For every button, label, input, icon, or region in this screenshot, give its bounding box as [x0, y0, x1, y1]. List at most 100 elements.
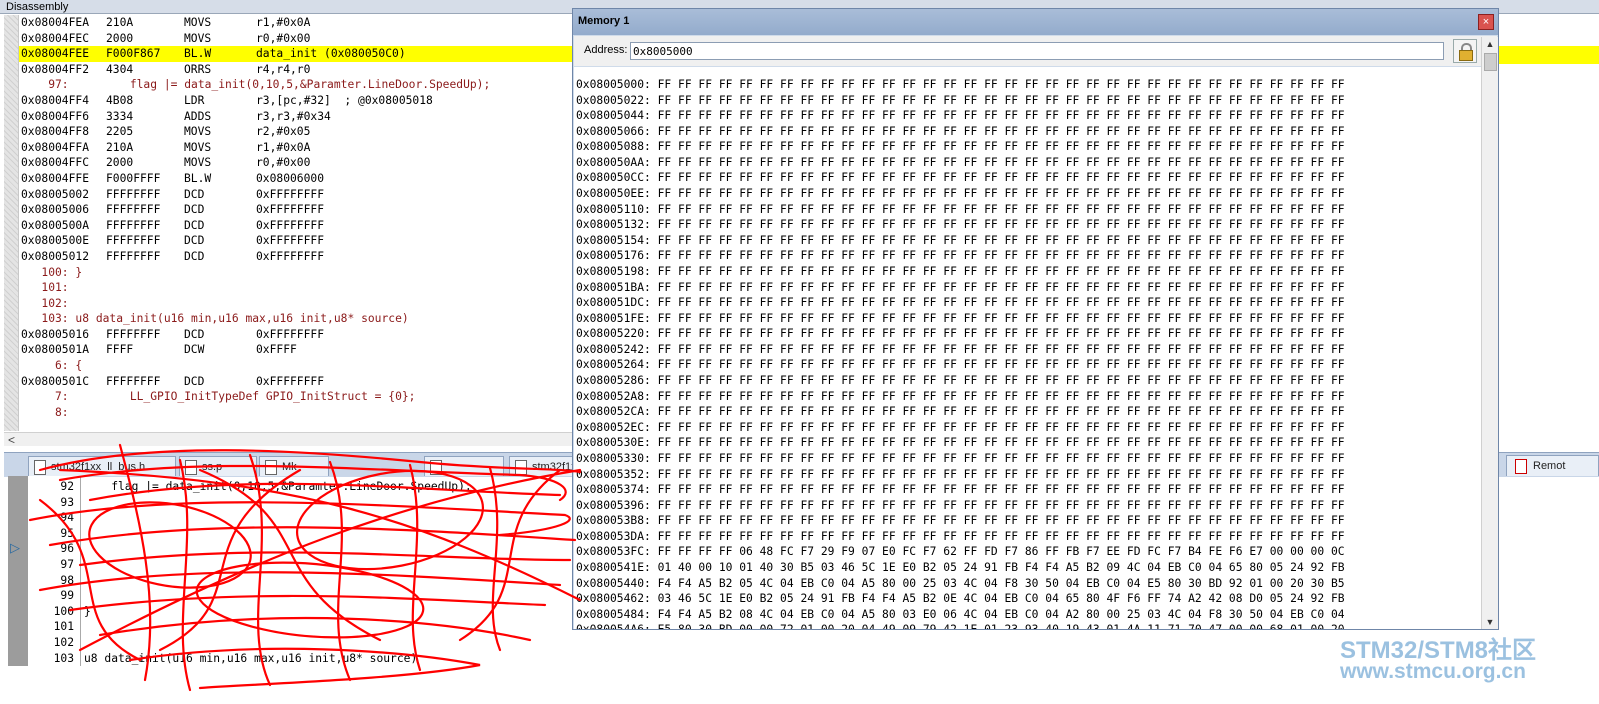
source-text: 102:: [21, 296, 69, 310]
code-line[interactable]: flag |= data_init(0,10,5,&Paramter.LineD…: [84, 480, 471, 493]
memory-row[interactable]: 0x080053DA: FF FF FF FF FF FF FF FF FF F…: [576, 530, 1345, 543]
memory-row[interactable]: 0x080053B8: FF FF FF FF FF FF FF FF FF F…: [576, 514, 1345, 527]
instruction-addr: 0x08004FF8: [21, 125, 90, 139]
memory-row[interactable]: 0x080050CC: FF FF FF FF FF FF FF FF FF F…: [576, 171, 1345, 184]
memory-row[interactable]: 0x080052EC: FF FF FF FF FF FF FF FF FF F…: [576, 421, 1345, 434]
file-icon: [1515, 459, 1527, 474]
instruction-mn: BL.W: [184, 47, 212, 61]
memory-row[interactable]: 0x08005352: FF FF FF FF FF FF FF FF FF F…: [576, 468, 1345, 481]
source-text: 97: flag |= data_init(0,10,5,&Paramter.L…: [21, 78, 491, 92]
line-number: 97: [60, 558, 74, 571]
memory-row[interactable]: 0x08005396: FF FF FF FF FF FF FF FF FF F…: [576, 499, 1345, 512]
memory-row[interactable]: 0x080053FC: FF FF FF FF 06 48 FC F7 29 F…: [576, 545, 1345, 558]
memory-row[interactable]: 0x080051BA: FF FF FF FF FF FF FF FF FF F…: [576, 281, 1345, 294]
instruction-code: 2000: [106, 156, 134, 170]
editor-line-numbers: 92 93 94 95 96 97 98 99 100 101 102 103: [28, 476, 81, 666]
memory-row[interactable]: 0x08005220: FF FF FF FF FF FF FF FF FF F…: [576, 327, 1345, 340]
close-icon[interactable]: ×: [1478, 14, 1494, 30]
memory-row[interactable]: 0x08005462: 03 46 5C 1E E0 B2 05 24 91 F…: [576, 592, 1345, 605]
code-line[interactable]: }: [84, 605, 91, 618]
memory-row[interactable]: 0x08005000: FF FF FF FF FF FF FF FF FF F…: [576, 78, 1345, 91]
memory-row[interactable]: 0x08005066: FF FF FF FF FF FF FF FF FF F…: [576, 125, 1345, 138]
memory-row[interactable]: 0x080051FE: FF FF FF FF FF FF FF FF FF F…: [576, 312, 1345, 325]
memory-row[interactable]: 0x08005132: FF FF FF FF FF FF FF FF FF F…: [576, 218, 1345, 231]
memory-row[interactable]: 0x08005374: FF FF FF FF FF FF FF FF FF F…: [576, 483, 1345, 496]
disassembly-gutter[interactable]: [4, 15, 19, 431]
editor-tab[interactable]: stm32f1xx: [509, 456, 579, 476]
instruction-code: 210A: [106, 16, 134, 29]
scroll-left-icon[interactable]: <: [8, 433, 15, 447]
tab-label: Remot: [1533, 460, 1566, 472]
instruction-addr: 0x08004FEA: [21, 16, 90, 29]
instruction-op: r1,#0x0A: [256, 16, 311, 29]
instruction-addr: 0x08005012: [21, 249, 90, 263]
tab-label: ss.p: [202, 461, 223, 473]
file-icon: [515, 460, 527, 475]
instruction-op: 0xFFFFFFFF: [256, 187, 325, 201]
line-number: 93: [60, 495, 74, 509]
instruction-op: 0xFFFFFFFF: [256, 234, 325, 248]
scroll-down-icon[interactable]: ▼: [1482, 615, 1498, 629]
editor-code[interactable]: flag |= data_init(0,10,5,&Paramter.LineD…: [84, 476, 574, 666]
instruction-addr: 0x08005016: [21, 327, 90, 341]
memory-row[interactable]: 0x080050EE: FF FF FF FF FF FF FF FF FF F…: [576, 187, 1345, 200]
memory-row[interactable]: 0x08005484: F4 F4 A5 B2 08 4C 04 EB C0 0…: [576, 608, 1345, 621]
instruction-mn: DCD: [184, 249, 205, 263]
memory-row[interactable]: 0x08005110: FF FF FF FF FF FF FF FF FF F…: [576, 203, 1345, 216]
memory-row[interactable]: 0x080050AA: FF FF FF FF FF FF FF FF FF F…: [576, 156, 1345, 169]
memory-row[interactable]: 0x08005440: F4 F4 A5 B2 05 4C 04 EB C0 0…: [576, 577, 1345, 590]
memory-row[interactable]: 0x08005242: FF FF FF FF FF FF FF FF FF F…: [576, 343, 1345, 356]
instruction-mn: MOVS: [184, 125, 212, 139]
memory-row[interactable]: 0x080052A8: FF FF FF FF FF FF FF FF FF F…: [576, 390, 1345, 403]
memory-titlebar[interactable]: Memory 1 ×: [573, 9, 1498, 35]
instruction-mn: DCW: [184, 343, 205, 357]
line-number: 92: [60, 480, 74, 493]
memory-row[interactable]: 0x08005154: FF FF FF FF FF FF FF FF FF F…: [576, 234, 1345, 247]
instruction-code: FFFFFFFF: [106, 218, 161, 232]
instruction-addr: 0x08004FF6: [21, 109, 90, 123]
instruction-addr: 0x08004FFC: [21, 156, 90, 170]
instruction-code: FFFFFFFF: [106, 203, 161, 217]
instruction-code: FFFFFFFF: [106, 187, 161, 201]
memory-row[interactable]: 0x080054A6: E5 80 30 BD 00 00 72 01 00 2…: [576, 623, 1345, 629]
memory-row[interactable]: 0x080052CA: FF FF FF FF FF FF FF FF FF F…: [576, 405, 1345, 418]
tab-remote[interactable]: Remot: [1506, 455, 1599, 476]
editor-tab[interactable]: Mk: [259, 456, 329, 476]
memory-row[interactable]: 0x08005286: FF FF FF FF FF FF FF FF FF F…: [576, 374, 1345, 387]
lock-button[interactable]: [1453, 39, 1477, 63]
address-bar: Address: 0x8005000: [574, 36, 1497, 66]
memory-row[interactable]: 0x08005044: FF FF FF FF FF FF FF FF FF F…: [576, 109, 1345, 122]
memory-row[interactable]: 0x08005198: FF FF FF FF FF FF FF FF FF F…: [576, 265, 1345, 278]
address-input[interactable]: 0x8005000: [630, 42, 1444, 60]
memory-row[interactable]: 0x080051DC: FF FF FF FF FF FF FF FF FF F…: [576, 296, 1345, 309]
memory-row[interactable]: 0x0800530E: FF FF FF FF FF FF FF FF FF F…: [576, 436, 1345, 449]
editor-gutter[interactable]: [8, 476, 28, 666]
editor-tab[interactable]: stm32f1xx_ll_bus.h: [28, 456, 176, 476]
memory-row[interactable]: 0x0800541E: 01 40 00 10 01 40 30 B5 03 4…: [576, 561, 1345, 574]
memory-vertical-scrollbar[interactable]: ▲ ▼: [1481, 37, 1498, 629]
memory-dump[interactable]: 0x08005000: FF FF FF FF FF FF FF FF FF F…: [574, 67, 1481, 629]
editor-tab[interactable]: ss.p: [179, 456, 257, 476]
line-number: 102: [53, 636, 74, 649]
memory-row[interactable]: 0x08005264: FF FF FF FF FF FF FF FF FF F…: [576, 358, 1345, 371]
instruction-code: FFFFFFFF: [106, 327, 161, 341]
instruction-mn: DCD: [184, 187, 205, 201]
file-icon: [430, 460, 442, 475]
instruction-code: F000F867: [106, 47, 161, 61]
scroll-thumb[interactable]: [1484, 53, 1497, 71]
memory-row[interactable]: 0x08005330: FF FF FF FF FF FF FF FF FF F…: [576, 452, 1345, 465]
scroll-up-icon[interactable]: ▲: [1482, 37, 1498, 51]
instruction-mn: DCD: [184, 374, 205, 388]
instruction-mn: MOVS: [184, 31, 212, 45]
editor-tab[interactable]: [424, 456, 504, 476]
memory-row[interactable]: 0x08005022: FF FF FF FF FF FF FF FF FF F…: [576, 94, 1345, 107]
instruction-op: r0,#0x00: [256, 31, 311, 45]
memory-row[interactable]: 0x08005176: FF FF FF FF FF FF FF FF FF F…: [576, 249, 1345, 262]
memory-window[interactable]: Memory 1 × Address: 0x8005000 0x08005000…: [572, 8, 1499, 630]
instruction-op: r3,r3,#0x34: [256, 109, 331, 123]
memory-row[interactable]: 0x08005088: FF FF FF FF FF FF FF FF FF F…: [576, 140, 1345, 153]
instruction-op: r1,#0x0A: [256, 140, 311, 154]
instruction-code: 2205: [106, 125, 134, 139]
disassembly-horizontal-scrollbar[interactable]: <: [4, 432, 572, 447]
code-line[interactable]: u8 data_init(u16 min,u16 max,u16 init,u8…: [84, 652, 417, 665]
